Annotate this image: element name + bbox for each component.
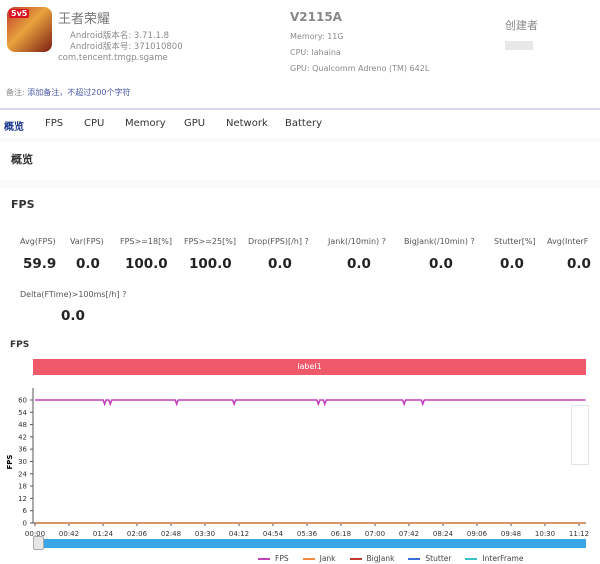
y-tick-label: 42: [18, 433, 27, 441]
legend-item[interactable]: InterFrame: [465, 554, 523, 563]
overview-title: 概览: [11, 153, 33, 166]
x-tick-label: 11:12: [569, 530, 589, 538]
chart-legend: FPS Jank BigJank Stutter InterFrame: [258, 554, 533, 563]
device-model: V2115A: [290, 10, 342, 24]
x-tick-label: 09:06: [467, 530, 488, 538]
y-tick-label: 54: [18, 409, 27, 417]
metric-label: BigJank(/10min) ?: [404, 237, 475, 246]
legend-swatch: [349, 558, 362, 560]
fps-chart: 0612182430364248546000:00 00:42 01:24 02:06…: [6, 388, 589, 538]
y-tick-label: 0: [23, 520, 27, 528]
label-band: label1: [33, 359, 586, 375]
x-tick-label: 08:24: [433, 530, 454, 538]
note-label: 备注:: [6, 88, 25, 97]
fps-section-title: FPS: [11, 198, 35, 211]
creator-label: 创建者: [505, 19, 538, 32]
x-tick-label: 04:12: [229, 530, 249, 538]
legend-swatch: [465, 558, 478, 560]
app-name: 王者荣耀: [58, 12, 111, 27]
y-tick-label: 12: [18, 495, 27, 503]
metric-label: Avg(FPS): [20, 237, 56, 246]
tab-memory[interactable]: Memory: [125, 118, 166, 129]
package-name: com.tencent.tmgp.sgame: [58, 53, 168, 63]
x-tick-label: 10:30: [535, 530, 555, 538]
y-tick-label: 36: [18, 446, 27, 454]
legend-item[interactable]: Stutter: [408, 554, 451, 563]
legend-label: Jank: [319, 554, 336, 563]
x-tick-label: 02:48: [161, 530, 181, 538]
y-tick-label: 24: [18, 470, 27, 478]
slider-handle[interactable]: [33, 536, 44, 550]
creator-avatar-blurred: [505, 41, 533, 50]
metric-label: Avg(InterF: [547, 237, 589, 246]
tab-fps[interactable]: FPS: [45, 118, 63, 129]
metric-value: 0.0: [61, 308, 85, 324]
series-fps: [35, 399, 586, 407]
x-tick-label: 07:42: [399, 530, 419, 538]
metric-label: Delta(FTime)>100ms[/h] ?: [20, 290, 127, 299]
y-tick-label: 60: [18, 397, 27, 405]
chart-title: FPS: [10, 340, 30, 350]
x-tick-label: 05:36: [297, 530, 318, 538]
metric-label: FPS>=25[%]: [184, 237, 236, 246]
legend-swatch: [258, 558, 270, 560]
note-row: 备注: 添加备注，不超过200个字符: [6, 87, 131, 98]
x-tick-label: 01:24: [93, 530, 114, 538]
device-gpu: GPU: Qualcomm Adreno (TM) 642L: [290, 64, 430, 73]
metric-value: 0.0: [567, 256, 591, 272]
y-axis-label: FPS: [6, 455, 14, 470]
x-tick-label: 09:48: [501, 530, 521, 538]
legend-label: BigJank: [366, 554, 395, 563]
metric-value: 0.0: [429, 256, 453, 272]
x-tick-label: 02:06: [127, 530, 148, 538]
y-tick-label: 30: [18, 458, 27, 466]
legend-swatch: [408, 558, 421, 560]
app-icon: 5v5: [7, 7, 52, 52]
add-note-link[interactable]: 添加备注，不超过200个字符: [27, 88, 130, 97]
device-memory: Memory: 11G: [290, 32, 344, 41]
legend-label: Stutter: [425, 554, 452, 563]
legend-item[interactable]: Jank: [302, 554, 336, 563]
x-tick-label: 03:30: [195, 530, 215, 538]
tab-network[interactable]: Network: [226, 118, 268, 129]
x-tick-label: 07:00: [365, 530, 385, 538]
timeline-slider[interactable]: [33, 539, 586, 548]
version-code: Android版本号: 371010800: [70, 42, 183, 52]
tab-bar: 概览 FPS CPU Memory GPU Network Battery: [0, 108, 600, 136]
tab-battery[interactable]: Battery: [285, 118, 322, 129]
chart-side-panel[interactable]: [571, 405, 589, 465]
metric-value: 0.0: [500, 256, 524, 272]
metric-value: 100.0: [125, 256, 168, 272]
x-tick-label: 04:54: [263, 530, 284, 538]
x-tick-label: 00:42: [59, 530, 79, 538]
legend-label: InterFrame: [482, 554, 524, 563]
metric-value: 59.9: [23, 256, 57, 272]
device-cpu: CPU: lahaina: [290, 48, 341, 57]
metric-value: 0.0: [268, 256, 292, 272]
legend-item[interactable]: FPS: [258, 554, 289, 563]
tab-gpu[interactable]: GPU: [184, 118, 205, 129]
metric-value: 0.0: [76, 256, 100, 272]
metric-value: 100.0: [189, 256, 232, 272]
metric-value: 0.0: [347, 256, 371, 272]
metric-label: Jank(/10min) ?: [328, 237, 386, 246]
metric-label: Stutter[%]: [494, 237, 536, 246]
x-tick-label: 06:18: [331, 530, 351, 538]
metric-label: Drop(FPS)[/h] ?: [248, 237, 309, 246]
y-tick-label: 6: [23, 507, 28, 515]
tab-cpu[interactable]: CPU: [84, 118, 104, 129]
y-tick-label: 48: [18, 421, 27, 429]
legend-label: FPS: [275, 554, 289, 563]
metric-label: FPS>=18[%]: [120, 237, 172, 246]
legend-item[interactable]: BigJank: [349, 554, 395, 563]
y-tick-label: 18: [18, 483, 27, 491]
legend-swatch: [302, 558, 315, 560]
tab-overview[interactable]: 概览: [4, 118, 24, 133]
metric-label: Var(FPS): [70, 237, 104, 246]
